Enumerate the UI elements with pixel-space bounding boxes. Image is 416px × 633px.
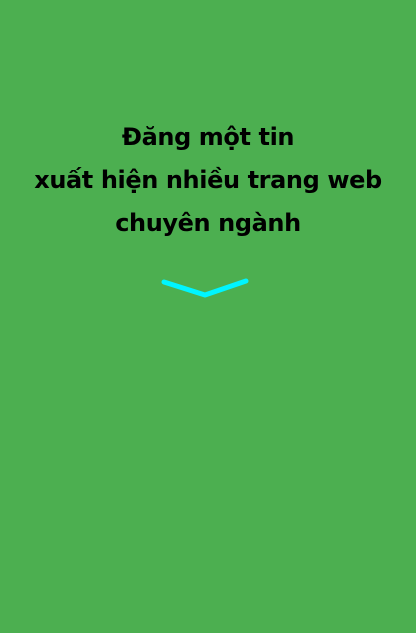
headline-line-2: xuất hiện nhiều trang web — [34, 166, 382, 194]
promo-headline: Đăng một tin xuất hiện nhiều trang web c… — [0, 116, 416, 245]
promo-panel: Đăng một tin xuất hiện nhiều trang web c… — [0, 0, 416, 633]
headline-line-3: chuyên ngành — [115, 209, 301, 237]
chevron-down-icon[interactable] — [158, 275, 252, 301]
headline-line-1: Đăng một tin — [121, 123, 295, 151]
